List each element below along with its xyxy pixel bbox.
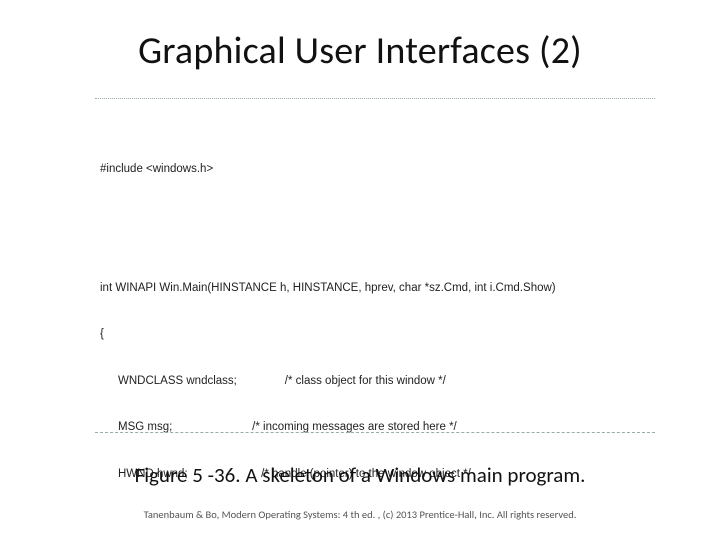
code-line: MSG msg; /* incoming messages are stored… — [118, 420, 650, 436]
copyright-footer: Tanenbaum & Bo, Modern Operating Systems… — [0, 508, 720, 521]
slide-title: Graphical User Interfaces (2) — [0, 28, 720, 74]
separator-top — [95, 98, 655, 99]
code-line: WNDCLASS wndclass; /* class object for t… — [118, 374, 650, 390]
code-decl: int WINAPI Win.Main(HINSTANCE h, HINSTAN… — [100, 281, 650, 297]
separator-bottom — [95, 432, 655, 433]
figure-caption: Figure 5 -36. A skeleton of a Windows ma… — [0, 462, 720, 488]
code-include: #include <windows.h> — [100, 162, 650, 178]
slide: Graphical User Interfaces (2) #include <… — [0, 0, 720, 540]
code-brace-open: { — [100, 327, 650, 343]
